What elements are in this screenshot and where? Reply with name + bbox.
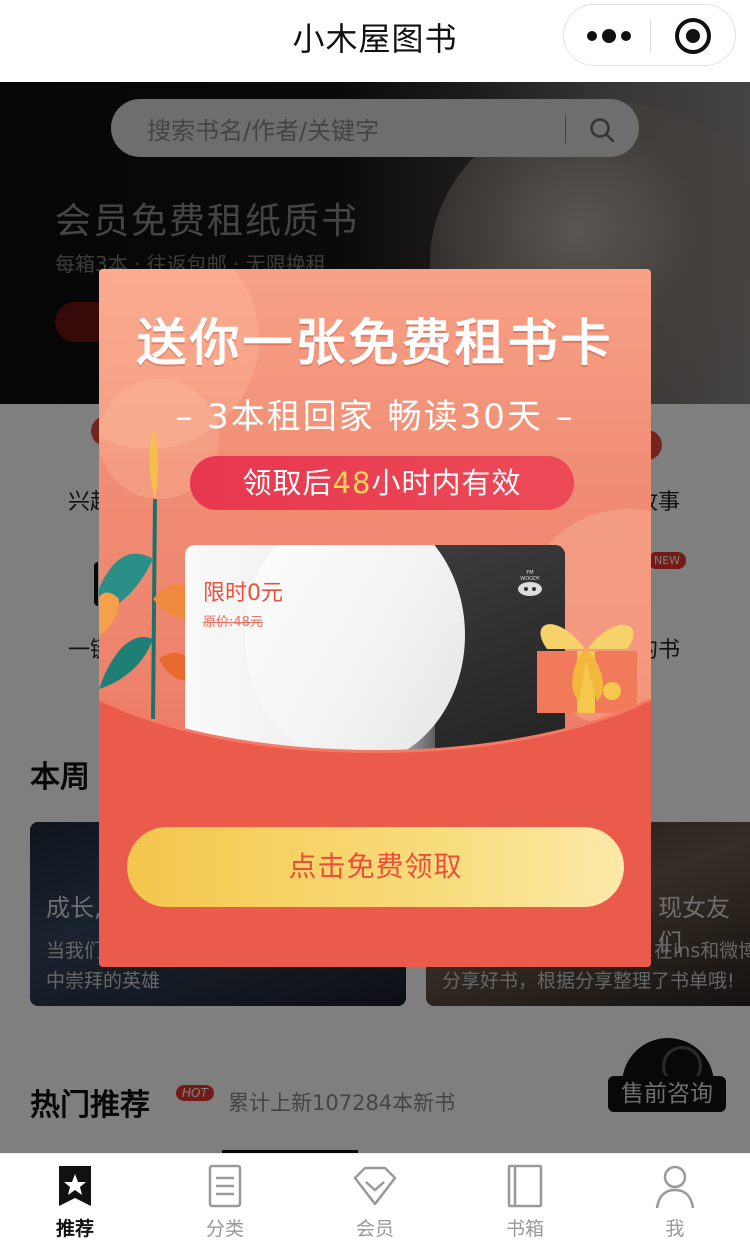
bottom-tab-bar: 推荐 分类 会员 书箱 我 <box>0 1153 750 1249</box>
star-bookmark-icon <box>59 1166 91 1206</box>
gift-box-icon <box>537 624 637 713</box>
tab-label: 分类 <box>205 1218 244 1240</box>
card-original-price: 原价:48元 <box>203 615 263 630</box>
tab-me[interactable]: 我 <box>600 1154 750 1249</box>
more-dots-icon[interactable] <box>584 23 634 49</box>
close-target-icon[interactable] <box>675 18 711 54</box>
validity-pill: 领取后48小时内有效 <box>190 456 574 510</box>
tab-label: 书箱 <box>505 1218 544 1240</box>
tab-bookbox[interactable]: 书箱 <box>450 1154 600 1249</box>
top-nav-bar: 小木屋图书 <box>0 0 750 82</box>
validity-prefix: 领取后 <box>242 466 333 500</box>
list-document-icon <box>208 1164 242 1208</box>
validity-hours: 48 <box>332 466 372 500</box>
card-price: 限时0元 <box>203 581 283 606</box>
mini-program-capsule <box>563 4 736 66</box>
tab-category[interactable]: 分类 <box>150 1154 300 1249</box>
woody-logo-icon: FM WOODY <box>518 570 542 596</box>
svg-text:WOODY: WOODY <box>520 576 540 582</box>
user-icon <box>655 1165 695 1209</box>
validity-suffix: 小时内有效 <box>371 466 522 500</box>
tab-label: 我 <box>665 1218 685 1240</box>
tab-member[interactable]: 会员 <box>300 1154 450 1249</box>
tab-label: 推荐 <box>55 1218 94 1240</box>
tab-recommend[interactable]: 推荐 <box>0 1154 150 1249</box>
book-box-icon <box>507 1164 543 1208</box>
capsule-divider <box>650 19 651 53</box>
modal-title: 送你一张免费租书卡 <box>136 314 614 372</box>
claim-free-button[interactable]: 点击免费领取 <box>127 827 624 907</box>
diamond-icon <box>353 1166 397 1206</box>
tab-label: 会员 <box>355 1218 394 1240</box>
leaf-decoration-icon <box>99 429 199 719</box>
free-card-modal: 送你一张免费租书卡 – 3本租回家 畅读30天 – 领取后48小时内有效 限时0… <box>99 269 651 967</box>
